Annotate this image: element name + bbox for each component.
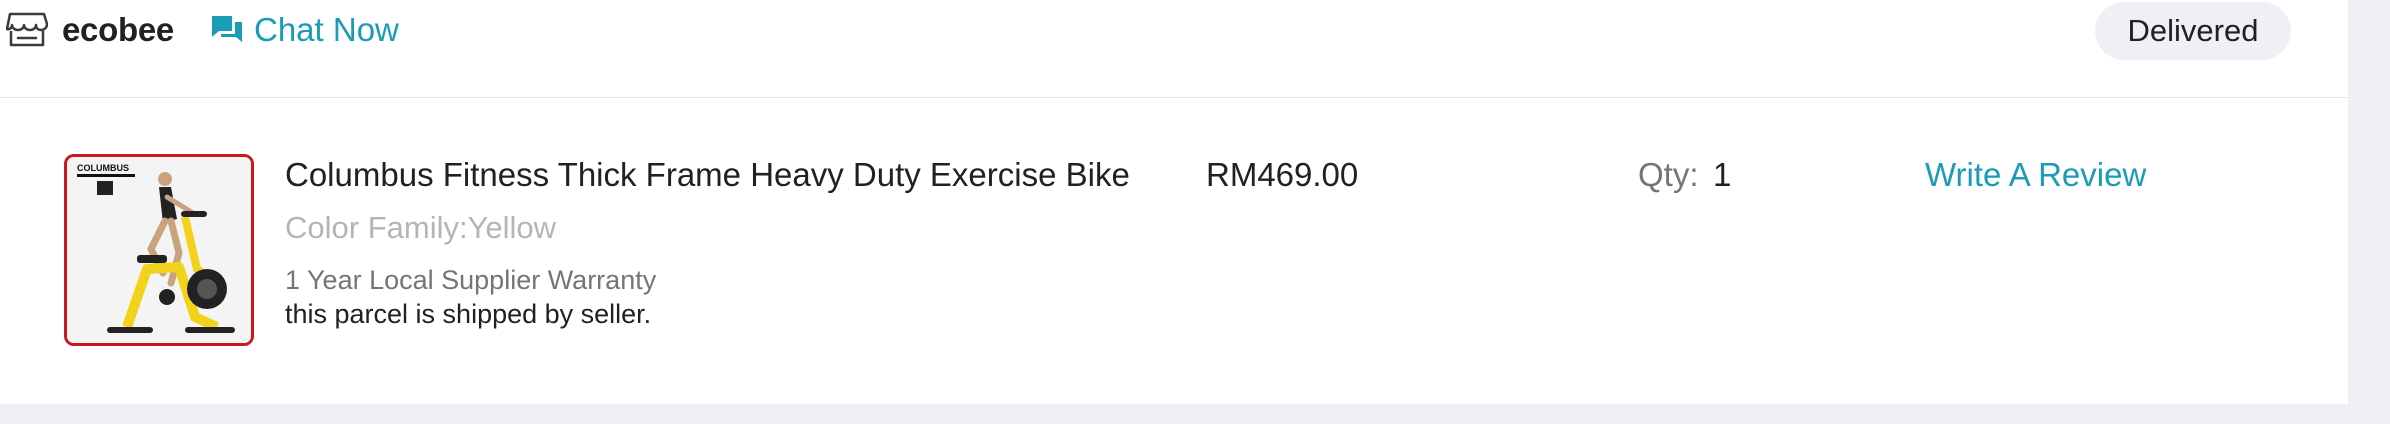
thumbnail-brand-text: COLUMBUS: [77, 163, 129, 173]
exercise-bike-image: COLUMBUS: [67, 157, 251, 343]
store-name[interactable]: ecobee: [62, 10, 174, 50]
quantity-value: 1: [1713, 156, 1732, 193]
order-package-card: ecobee Chat Now Delivered COLUMBUS Colum…: [0, 0, 2348, 404]
write-review-link[interactable]: Write A Review: [1925, 155, 2146, 195]
product-thumbnail[interactable]: COLUMBUS: [64, 154, 254, 346]
package-header: ecobee Chat Now Delivered: [0, 0, 2348, 98]
chat-bubbles-icon: [212, 16, 242, 42]
chat-now-label: Chat Now: [254, 11, 399, 48]
quantity-label: Qty:: [1638, 156, 1699, 193]
product-title[interactable]: Columbus Fitness Thick Frame Heavy Duty …: [285, 155, 1130, 195]
chat-now-button[interactable]: Chat Now: [210, 10, 399, 50]
shipping-note: this parcel is shipped by seller.: [285, 299, 652, 329]
warranty-info: 1 Year Local Supplier Warranty: [285, 265, 657, 295]
order-status-badge: Delivered: [2095, 2, 2291, 60]
item-price: RM469.00: [1206, 156, 1359, 193]
product-variant: Color Family:Yellow: [285, 210, 557, 245]
store-icon: [6, 12, 48, 47]
